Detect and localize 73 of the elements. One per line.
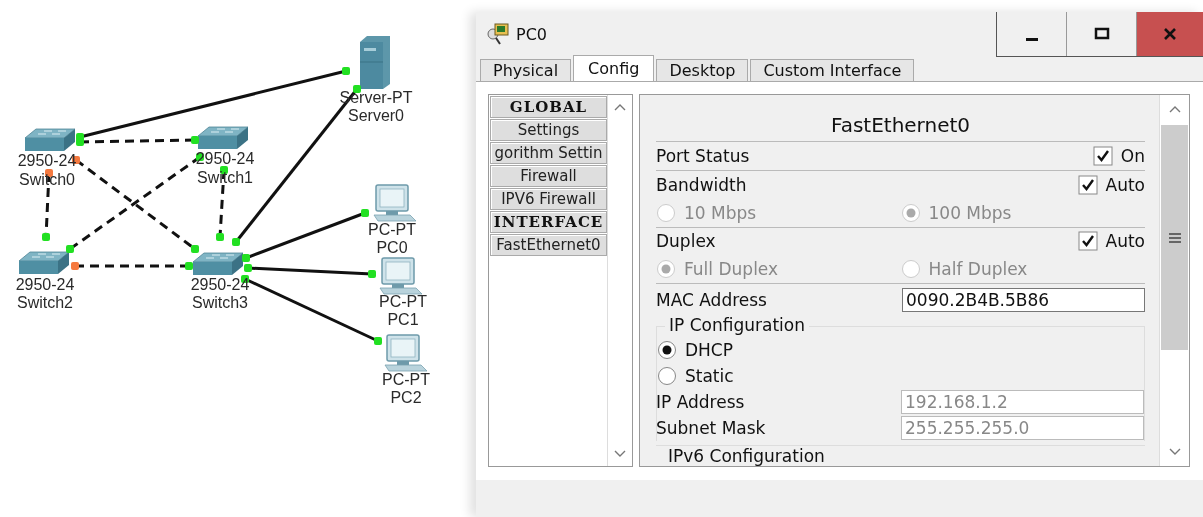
- option-label: 10 Mbps: [684, 202, 757, 223]
- sidebar-item[interactable]: IPV6 Firewall: [490, 188, 607, 210]
- window-title: PC0: [516, 24, 547, 44]
- computer-icon: [384, 334, 428, 372]
- computer-icon: [373, 184, 417, 222]
- radio-button[interactable]: [900, 259, 921, 280]
- checkbox-label: Auto: [1105, 174, 1145, 195]
- chevron-down-icon: [614, 450, 626, 458]
- tab[interactable]: Config: [573, 55, 655, 81]
- sidebar-item[interactable]: Firewall: [490, 165, 607, 187]
- radio-button[interactable]: [656, 259, 676, 280]
- radio-button[interactable]: [900, 202, 921, 223]
- node-label: PC-PT: [368, 221, 416, 238]
- section-header: GLOBAL: [490, 96, 607, 118]
- node-label: PC2: [390, 389, 422, 406]
- switch-icon: [24, 128, 76, 151]
- switch-icon: [18, 251, 70, 274]
- switch-icon: [192, 252, 244, 275]
- sidebar-item[interactable]: FastEthernet0: [490, 234, 607, 256]
- node-label: PC0: [376, 239, 408, 256]
- radio-button[interactable]: [657, 340, 677, 361]
- sidebar-item[interactable]: Settings: [490, 119, 607, 141]
- node-label: PC1: [387, 311, 419, 328]
- option-label: Static: [685, 366, 734, 387]
- field-label: Port Status: [656, 145, 750, 166]
- checkbox-label: Auto: [1105, 231, 1145, 252]
- radio-button[interactable]: [657, 366, 677, 387]
- chevron-up-icon: [614, 103, 626, 111]
- switch-icon: [197, 126, 249, 149]
- mac-address-field[interactable]: 0090.2B4B.5B86: [902, 288, 1145, 313]
- node-label: 2950-24: [17, 152, 77, 169]
- option-label: Half Duplex: [928, 259, 1028, 280]
- close-icon: [1162, 26, 1178, 42]
- field-label: Duplex: [656, 231, 716, 252]
- field-label: Subnet Mask: [656, 418, 766, 439]
- radio-button[interactable]: [656, 202, 676, 223]
- node-label: 2950-24: [195, 150, 255, 167]
- node-label: 2950-24: [190, 276, 250, 293]
- checked-checkbox[interactable]: [1077, 231, 1098, 252]
- node-label: Server0: [348, 107, 404, 124]
- field-label: IP Address: [656, 392, 745, 413]
- node-label: Switch2: [17, 294, 73, 311]
- field-label: Bandwidth: [656, 174, 747, 195]
- tab[interactable]: Desktop: [656, 59, 749, 81]
- scrollbar-thumb[interactable]: [1161, 125, 1188, 350]
- sidebar-item[interactable]: gorithm Settin: [490, 142, 607, 164]
- field-label: MAC Address: [656, 290, 767, 311]
- tab[interactable]: Physical: [480, 59, 572, 81]
- checkbox-label: On: [1120, 145, 1145, 166]
- group-title: IP Configuration: [665, 315, 809, 336]
- option-label: 100 Mbps: [928, 202, 1012, 223]
- maximize-icon: [1093, 26, 1110, 42]
- checked-checkbox[interactable]: [1077, 174, 1098, 195]
- minimize-icon: [1025, 37, 1038, 41]
- checked-checkbox[interactable]: [1092, 145, 1113, 166]
- group-title: IPv6 Configuration: [668, 446, 825, 466]
- tab[interactable]: Custom Interface: [750, 59, 915, 81]
- option-label: DHCP: [685, 340, 733, 361]
- chevron-up-icon: [1168, 105, 1181, 113]
- option-label: Full Duplex: [684, 259, 779, 280]
- panel-title: FastEthernet0: [656, 97, 1145, 142]
- node-label: Switch1: [197, 169, 253, 186]
- node-label: Switch0: [19, 171, 75, 188]
- computer-icon: [379, 257, 423, 295]
- section-header: INTERFACE: [490, 211, 607, 233]
- maximize-button[interactable]: [1067, 12, 1137, 56]
- server-icon: [359, 36, 390, 89]
- chevron-down-icon: [1168, 448, 1181, 456]
- computer-icon: [486, 22, 510, 46]
- node-label: PC-PT: [382, 371, 430, 388]
- node-label: 2950-24: [15, 276, 75, 293]
- node-label: Switch3: [192, 294, 248, 311]
- node-label: PC-PT: [379, 293, 427, 310]
